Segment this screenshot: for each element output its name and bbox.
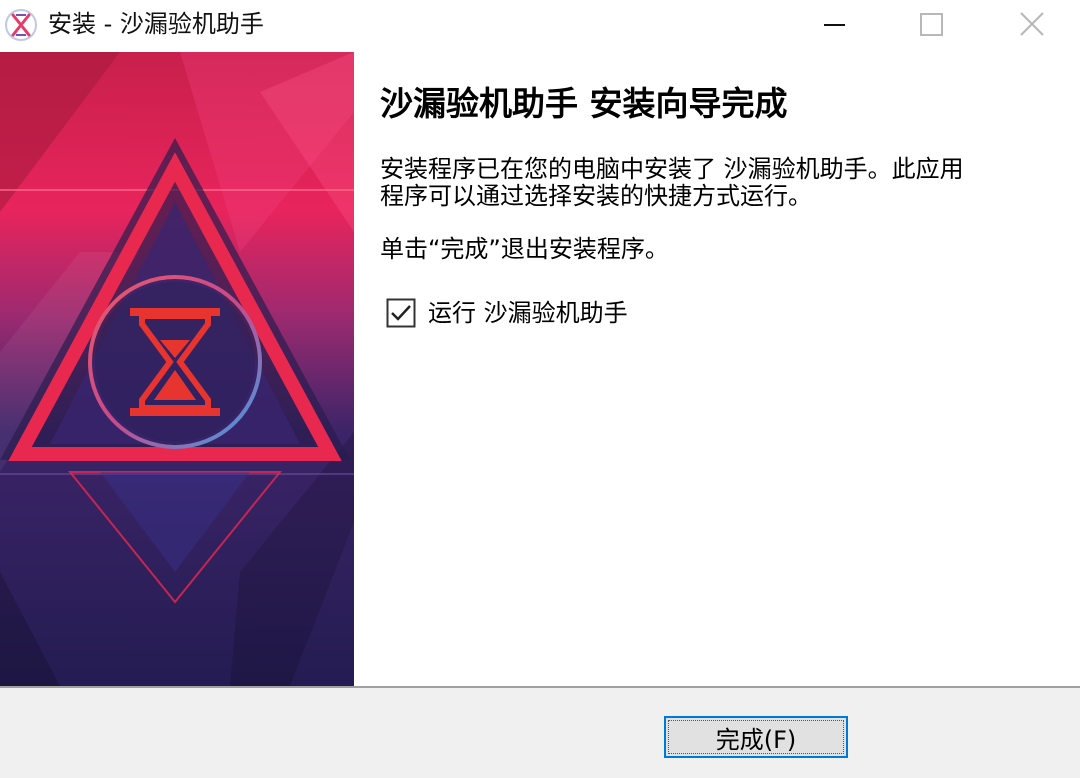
run-app-checkbox[interactable]: [386, 298, 416, 328]
finish-button-label: 完成(F): [668, 720, 844, 754]
description-line: 程序可以通过选择安装的快捷方式运行。: [380, 182, 812, 210]
finish-button[interactable]: 完成(F): [664, 716, 848, 758]
close-button[interactable]: [984, 0, 1080, 50]
run-app-label[interactable]: 运行 沙漏验机助手: [428, 297, 628, 329]
hourglass-x-icon: [5, 9, 37, 41]
title-bar[interactable]: 安装 - 沙漏验机助手: [0, 0, 1080, 52]
page-heading: 沙漏验机助手 安装向导完成: [380, 84, 788, 123]
minimize-button[interactable]: [786, 0, 882, 50]
maximize-button[interactable]: [884, 0, 980, 50]
finish-hint: 单击“完成”退出安装程序。: [380, 235, 669, 263]
description-line: 安装程序已在您的电脑中安装了 沙漏验机助手。此应用: [380, 155, 964, 183]
minimize-icon: [824, 24, 845, 26]
window-title: 安装 - 沙漏验机助手: [48, 10, 264, 38]
completion-description: 安装程序已在您的电脑中安装了 沙漏验机助手。此应用 程序可以通过选择安装的快捷方…: [380, 156, 1050, 210]
wizard-banner-image: [0, 52, 354, 686]
installer-window: 安装 - 沙漏验机助手 沙漏验机助手 安装向导完成 安装程序已在您的电脑中安装了…: [0, 0, 1080, 778]
button-bar: 完成(F): [0, 686, 1080, 778]
maximize-icon: [920, 13, 943, 36]
close-icon: [1020, 12, 1044, 36]
